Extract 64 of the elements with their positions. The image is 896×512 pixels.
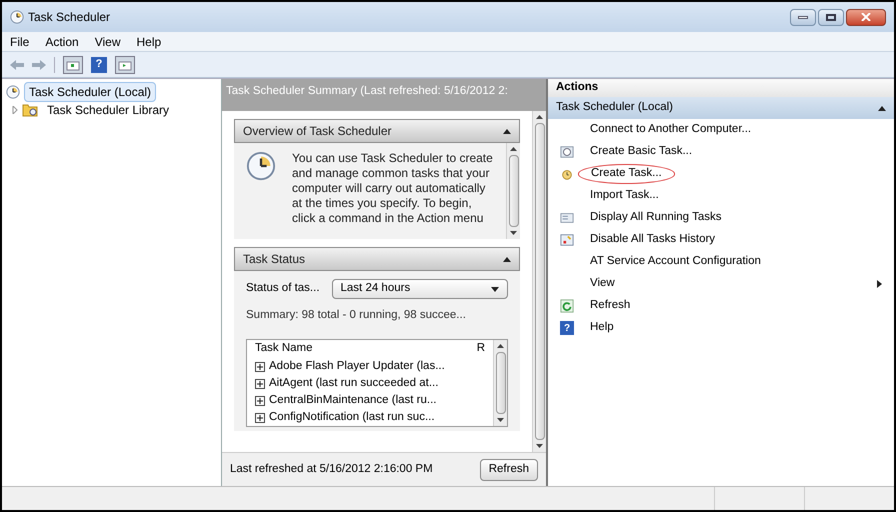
last-refreshed-text: Last refreshed at 5/16/2012 2:16:00 PM [230, 462, 433, 477]
scrollbar[interactable] [506, 143, 520, 239]
summary-header: Task Scheduler Summary (Last refreshed: 5/16/2012 2: [222, 79, 546, 111]
actions-title: Actions [548, 79, 894, 97]
scroll-up-arrow-icon[interactable] [536, 115, 543, 119]
task-command[interactable]: Help [586, 319, 618, 337]
task-name[interactable]: ConfigNotification (last run suc... [269, 408, 435, 426]
task-command[interactable]: AT Service Account Configuration [586, 253, 765, 271]
refresh-button[interactable]: Refresh [480, 458, 538, 480]
tree-item[interactable]: Task Scheduler Library [42, 100, 174, 120]
status-label: Status of tas... [246, 281, 320, 296]
menu-item[interactable]: Action [45, 32, 79, 50]
help-icon[interactable]: ? [91, 56, 107, 72]
section-title: Overview of Task Scheduler [243, 123, 392, 140]
task-name[interactable]: Adobe Flash Player Updater (las... [269, 358, 445, 376]
minimize-button[interactable] [790, 8, 816, 26]
task-command[interactable]: Create Basic Task... [586, 143, 696, 161]
scroll-down-arrow-icon[interactable] [536, 444, 543, 448]
menu-item[interactable]: View [94, 32, 120, 50]
task-command[interactable]: View [586, 275, 619, 293]
refresh-icon [560, 299, 574, 313]
section-title: Task Status [243, 251, 306, 268]
task-command[interactable]: Create Task... [578, 164, 675, 184]
scroll-up-arrow-icon[interactable] [497, 344, 504, 348]
close-icon [861, 13, 871, 21]
overview-text: You can use Task Scheduler to create and manage common tasks that your computer will carry out automatically at the times you specify. To begin, click a command in the Action menu [291, 150, 494, 227]
column-header[interactable]: Task Name [255, 340, 313, 358]
folder-icon [22, 103, 38, 117]
pane-icon[interactable] [63, 56, 83, 74]
scroll-down-arrow-icon[interactable] [497, 418, 504, 422]
task-command[interactable]: Import Task... [586, 187, 663, 205]
scroll-up-arrow-icon[interactable] [510, 147, 517, 151]
summary-scrollbar[interactable] [532, 111, 546, 452]
maximize-button[interactable] [818, 8, 844, 26]
menu-item[interactable]: Help [136, 32, 162, 50]
column-header[interactable]: R [476, 340, 485, 358]
task-command[interactable]: Connect to Another Computer... [586, 121, 756, 139]
time-range-dropdown[interactable]: Last 24 hours [332, 279, 508, 299]
expand-box-icon[interactable] [255, 362, 265, 372]
help-icon: ? [560, 321, 574, 335]
pane-icon[interactable] [115, 56, 135, 74]
menu-item[interactable]: File [10, 32, 30, 50]
scrollbar[interactable] [493, 340, 507, 426]
section-header[interactable]: Task Status [234, 247, 520, 271]
summary-text: Summary: 98 total - 0 running, 98 succee... [246, 308, 467, 323]
expand-box-icon[interactable] [255, 378, 265, 388]
task-name[interactable]: AitAgent (last run succeeded at... [269, 374, 438, 392]
expand-box-icon[interactable] [255, 412, 265, 422]
tree-item[interactable]: Task Scheduler (Local) [24, 82, 156, 102]
task-command[interactable]: Disable All Tasks History [586, 231, 720, 249]
list-icon [560, 211, 574, 225]
task-command[interactable]: Refresh [586, 297, 634, 315]
submenu-arrow-icon [877, 280, 882, 288]
dropdown-arrow-icon [491, 286, 499, 292]
close-button[interactable] [846, 8, 886, 26]
section-header[interactable]: Overview of Task Scheduler [234, 119, 520, 143]
task-command[interactable]: Display All Running Tasks [586, 209, 726, 227]
window-title: Task Scheduler [28, 9, 110, 26]
scroll-down-arrow-icon[interactable] [510, 231, 517, 235]
actions-group-header[interactable]: Task Scheduler (Local) [548, 97, 894, 119]
expand-box-icon[interactable] [255, 396, 265, 406]
app-clock-icon [10, 10, 24, 24]
expand-arrow-icon[interactable] [12, 106, 18, 114]
task-name[interactable]: CentralBinMaintenance (last ru... [269, 392, 436, 410]
